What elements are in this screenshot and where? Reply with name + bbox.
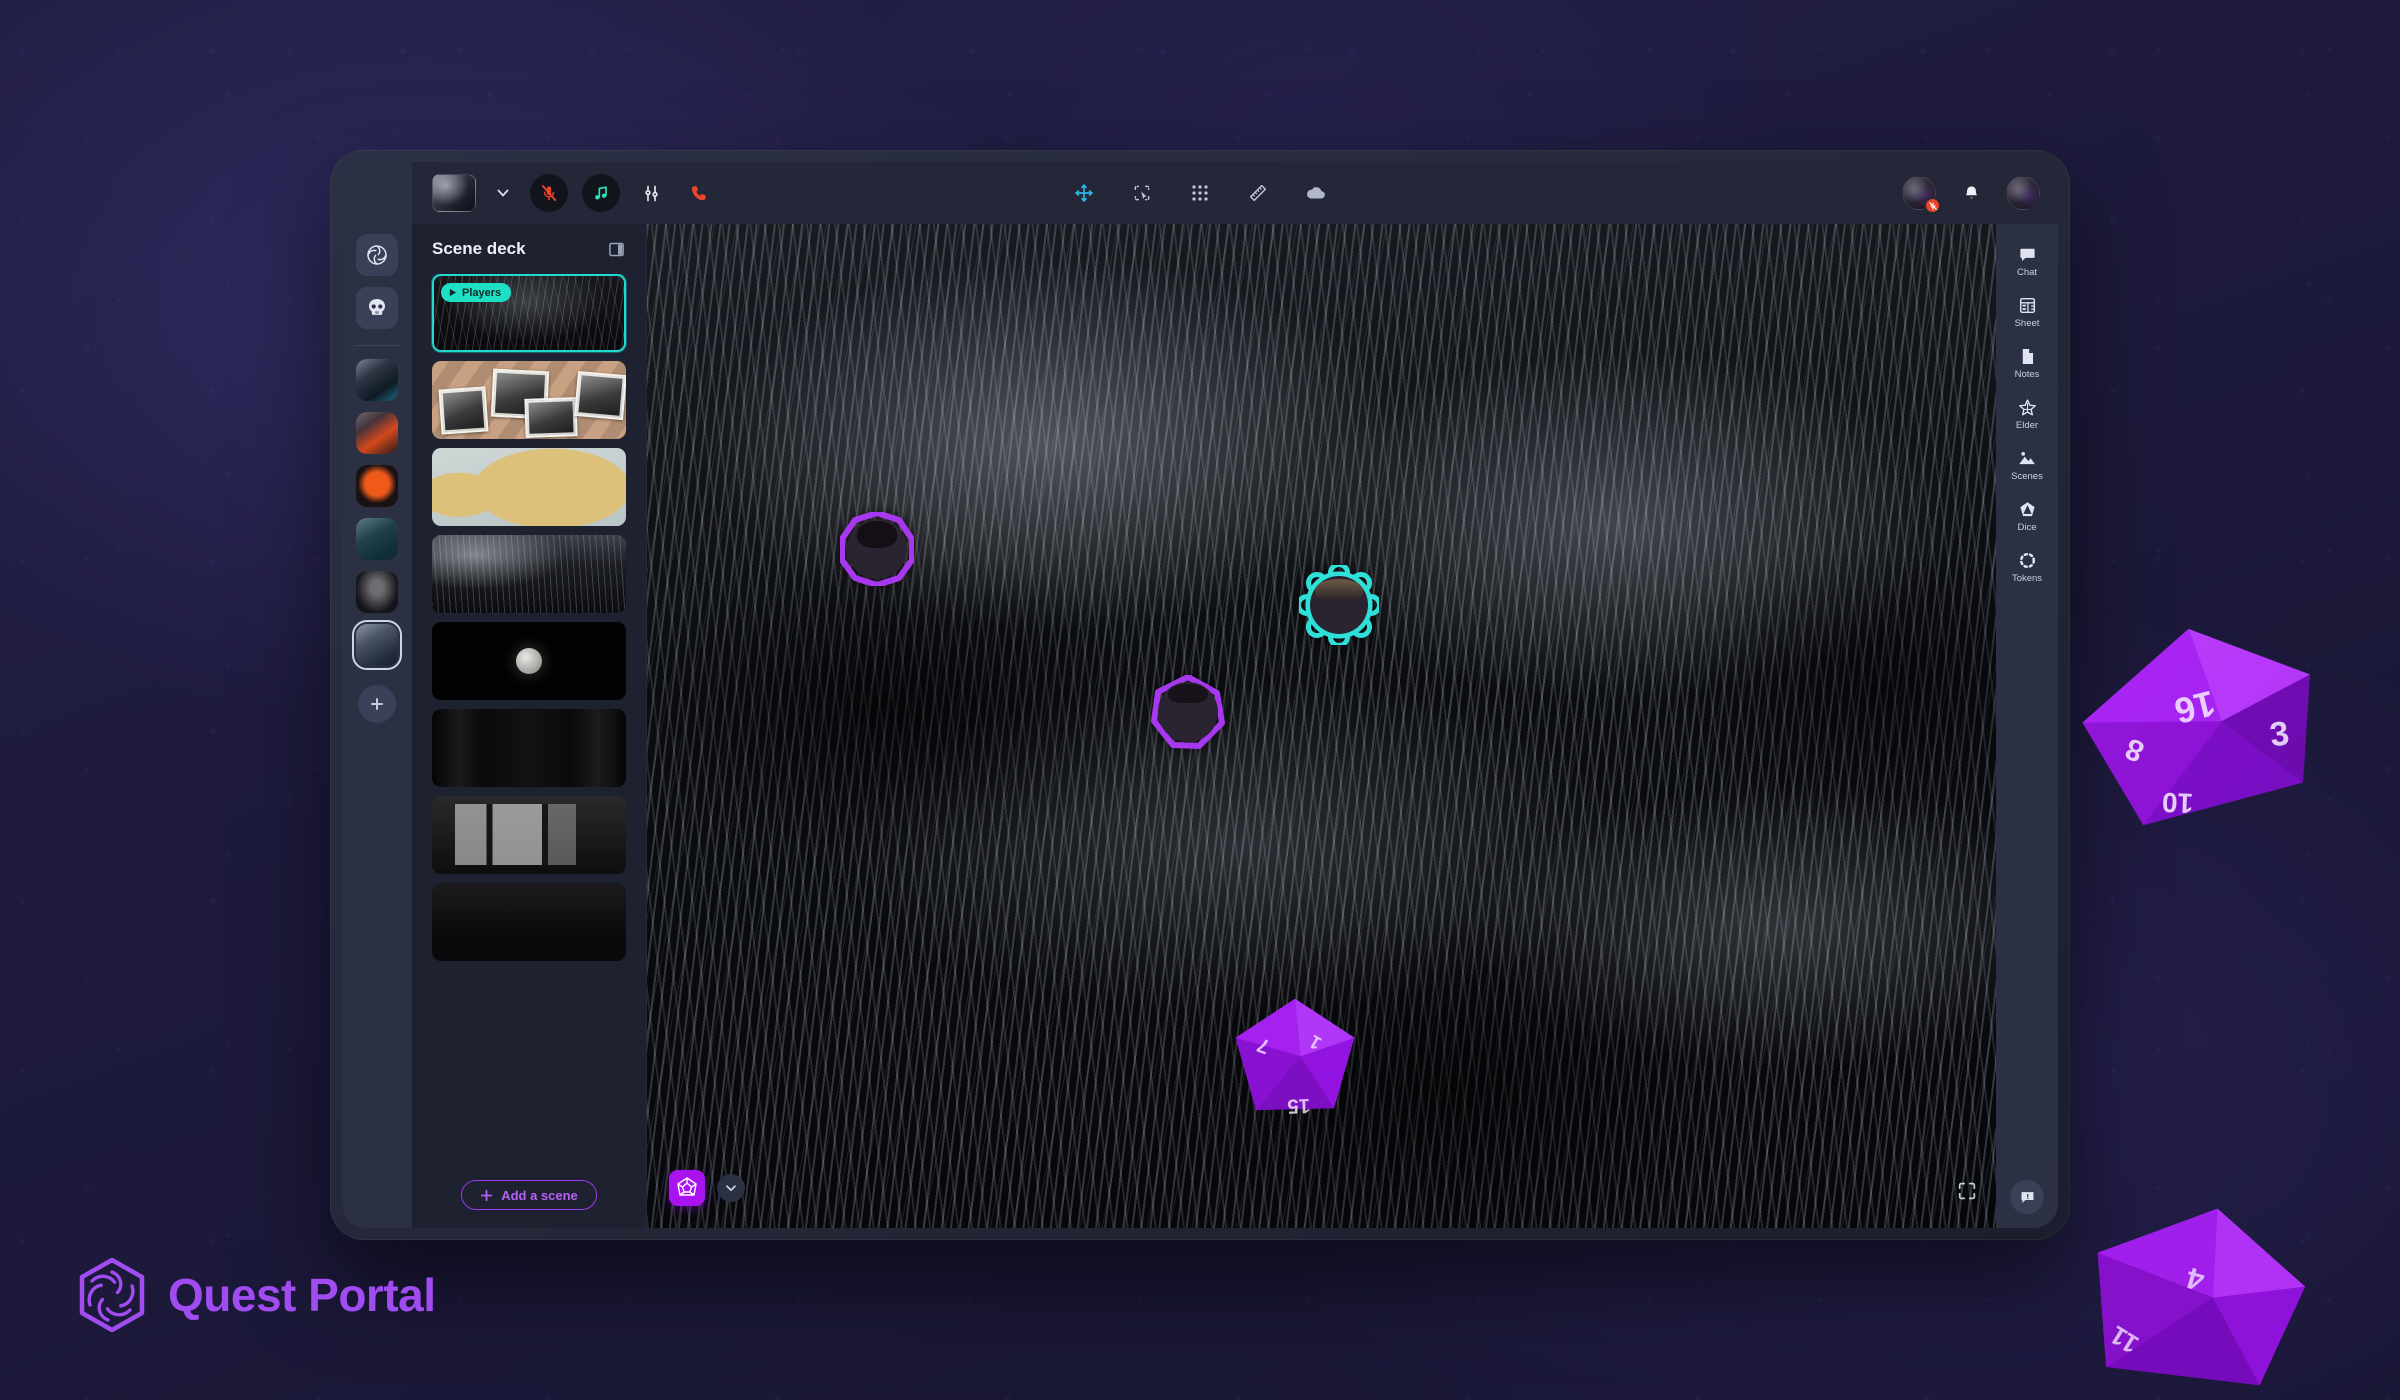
page-background: 16 8 3 10 7 15 1 4 11 Scene deck Players…: [0, 0, 2400, 1400]
tab-label: Scenes: [2011, 471, 2043, 482]
scene-dark-corridor[interactable]: [432, 709, 626, 787]
campaign-1[interactable]: [356, 359, 398, 401]
campaign-4[interactable]: [356, 518, 398, 560]
notes-icon: [2018, 346, 2037, 366]
add-scene-button[interactable]: Add a scene: [461, 1180, 597, 1210]
scene-dropdown-chevron-icon[interactable]: [490, 180, 516, 206]
top-bar-user-area: [1902, 176, 2040, 214]
fullscreen-icon[interactable]: [1956, 1180, 1978, 1202]
roll-dice-button[interactable]: [669, 1170, 705, 1206]
dice-options-chevron[interactable]: [717, 1174, 745, 1202]
tab-label: Sheet: [2014, 318, 2040, 329]
scene-curtained-window[interactable]: [432, 796, 626, 874]
brand-lockup: Quest Portal: [78, 1257, 436, 1333]
scene-list[interactable]: Players: [412, 274, 646, 1166]
tab-dice[interactable]: Dice: [1996, 499, 2058, 533]
players-badge-label: Players: [462, 286, 502, 299]
quest-portal-home[interactable]: [356, 234, 398, 276]
scene-deck-panel: Scene deck Players Add a scene: [412, 224, 647, 1228]
token-portrait: [1158, 682, 1218, 742]
move-tool[interactable]: [1069, 178, 1099, 208]
avatar-game-master[interactable]: [2006, 176, 2040, 210]
app-screen: Scene deck Players Add a scene Chat Shee…: [342, 162, 2058, 1228]
quest-portal-logo-icon: [78, 1257, 146, 1333]
top-bar-session-controls: [412, 174, 716, 212]
music-icon[interactable]: [582, 174, 620, 212]
top-bar-rail-spacer: [342, 162, 412, 224]
grid-tool[interactable]: [1185, 178, 1215, 208]
tab-tokens[interactable]: Tokens: [1996, 550, 2058, 584]
tab-elder[interactable]: Elder: [1996, 397, 2058, 431]
campaign-6[interactable]: [352, 620, 402, 670]
left-rail: [342, 224, 412, 1228]
campaign-5[interactable]: [356, 571, 398, 613]
map-tool-group: [1069, 178, 1331, 208]
campaign-2[interactable]: [356, 412, 398, 454]
tablet-frame: Scene deck Players Add a scene Chat Shee…: [330, 150, 2070, 1240]
token-portrait: [1310, 576, 1368, 634]
chat-icon: [2018, 244, 2037, 264]
scene-dark-ocean[interactable]: Players: [432, 274, 626, 352]
scene-deck-title: Scene deck: [432, 239, 526, 258]
tab-label: Chat: [2016, 267, 2038, 278]
add-campaign-button[interactable]: [358, 685, 396, 723]
audio-mixer-icon[interactable]: [634, 176, 668, 210]
sheet-icon: [2018, 295, 2037, 315]
mic-muted-badge-icon: [1924, 197, 1941, 214]
right-rail: Chat Sheet Notes Elder Scenes Dice Token…: [1996, 224, 2058, 1228]
brand-name: Quest Portal: [168, 1269, 436, 1321]
tab-label: Tokens: [2011, 573, 2043, 584]
tokens-icon: [2018, 550, 2037, 570]
floating-d20-mid-right: 7 15 1: [1230, 995, 1360, 1125]
campaign-3[interactable]: [356, 465, 398, 507]
tab-sheet[interactable]: Sheet: [1996, 295, 2058, 329]
scene-deck-header: Scene deck: [412, 224, 646, 274]
floating-d20-upper-right: 16 8 3 10: [2059, 603, 2346, 847]
scene-character-photos[interactable]: [432, 361, 626, 439]
avatar-player[interactable]: [1902, 176, 1941, 214]
token-dark-haired-woman[interactable]: [840, 512, 914, 586]
svg-text:15: 15: [1287, 1094, 1310, 1117]
top-bar: [342, 162, 2058, 224]
tab-label: Dice: [2017, 522, 2037, 533]
token-mustached-man[interactable]: [1151, 675, 1225, 749]
scene-deck-footer: Add a scene: [412, 1166, 646, 1228]
tab-notes[interactable]: Notes: [1996, 346, 2058, 380]
tab-scenes[interactable]: Scenes: [1996, 448, 2058, 482]
scene-dark-room[interactable]: [432, 883, 626, 961]
current-scene-thumbnail[interactable]: [432, 174, 476, 212]
svg-text:10: 10: [2161, 787, 2193, 819]
scene-full-moon[interactable]: [432, 622, 626, 700]
token-portrait: [847, 519, 907, 579]
players-badge: Players: [441, 283, 512, 302]
select-tool[interactable]: [1127, 178, 1157, 208]
dice-widget: [669, 1170, 745, 1206]
tab-label: Elder: [2015, 420, 2039, 431]
elder-icon: [2018, 397, 2037, 417]
collapse-panel-icon[interactable]: [606, 239, 626, 259]
feedback-button[interactable]: [2010, 1180, 2044, 1214]
tab-chat[interactable]: Chat: [1996, 244, 2058, 278]
skull-campaign[interactable]: [356, 287, 398, 329]
tab-label: Notes: [2014, 369, 2040, 380]
measure-tool[interactable]: [1243, 178, 1273, 208]
scene-rockport-map[interactable]: [432, 448, 626, 526]
rail-divider: [354, 345, 400, 346]
floating-d20-lower-right: 4 11: [2062, 1178, 2329, 1400]
scenes-icon: [2017, 448, 2037, 468]
dice-icon: [2018, 499, 2037, 519]
fog-tool[interactable]: [1301, 178, 1331, 208]
add-scene-label: Add a scene: [501, 1187, 578, 1203]
token-blonde-woman-hat[interactable]: [1299, 565, 1379, 645]
scene-stormy-sea[interactable]: [432, 535, 626, 613]
microphone-muted-icon[interactable]: [530, 174, 568, 212]
notification-bell-icon[interactable]: [1954, 176, 1988, 210]
app-body: Scene deck Players Add a scene Chat Shee…: [342, 224, 2058, 1228]
hangup-icon[interactable]: [682, 176, 716, 210]
